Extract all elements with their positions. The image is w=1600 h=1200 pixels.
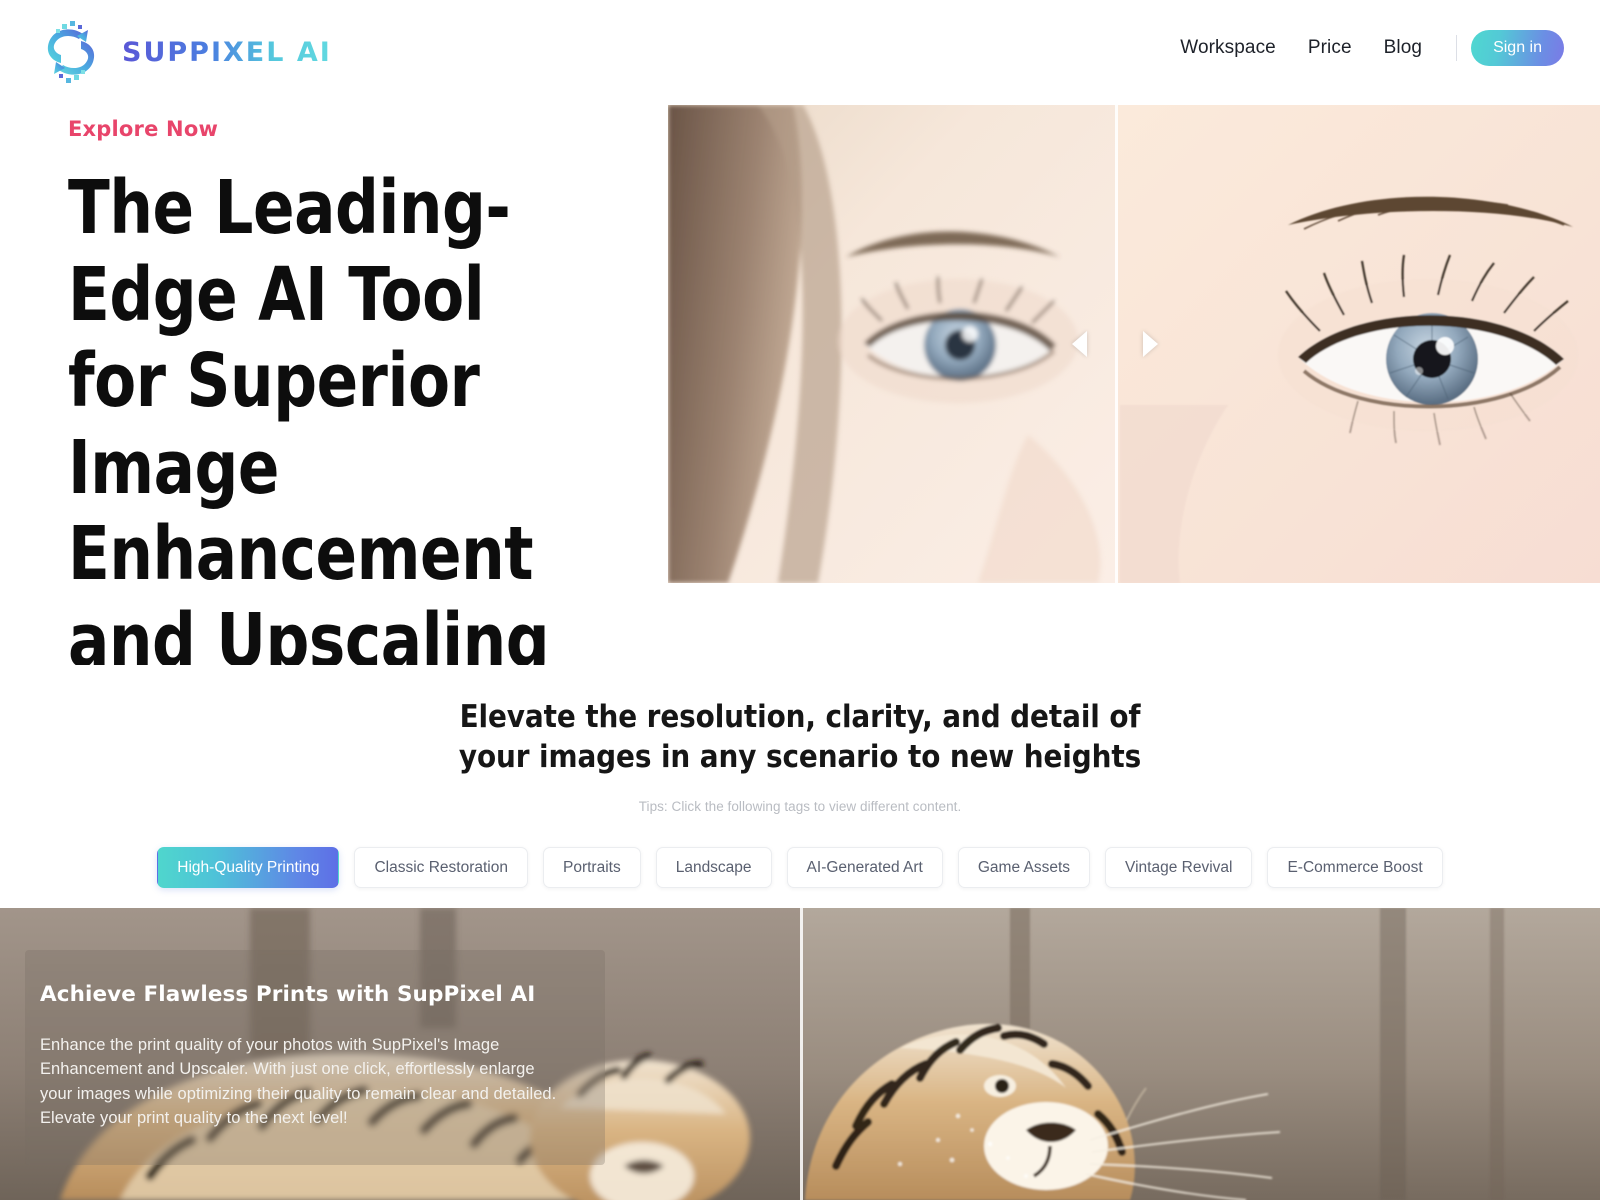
- tag-vintage-revival[interactable]: Vintage Revival: [1105, 847, 1253, 889]
- tag-high-quality-printing[interactable]: High-Quality Printing: [157, 847, 340, 889]
- tag-ai-generated-art[interactable]: AI-Generated Art: [786, 847, 943, 889]
- showcase-panel-body: Enhance the print quality of your photos…: [40, 1036, 557, 1128]
- hero-copy: Explore Now The Leading-Edge AI Tool for…: [68, 117, 648, 684]
- comparison-handle[interactable]: [1072, 324, 1159, 364]
- showcase-section[interactable]: Achieve Flawless Prints with SupPixel AI…: [0, 908, 1600, 1200]
- page-title: The Leading-Edge AI Tool for Superior Im…: [68, 165, 550, 684]
- tag-game-assets[interactable]: Game Assets: [957, 847, 1091, 889]
- landing-page: SUPPIXEL AI Workspace Price Blog Sign in…: [0, 0, 1600, 1200]
- tag-e-commerce-boost[interactable]: E-Commerce Boost: [1267, 847, 1443, 889]
- hero-comparison-slider[interactable]: [668, 105, 1600, 583]
- section-title: Elevate the resolution, clarity, and det…: [0, 698, 1600, 777]
- nav-item-price[interactable]: Price: [1292, 37, 1368, 59]
- showcase-panel-title: Achieve Flawless Prints with SupPixel AI: [40, 982, 536, 1007]
- nav-divider: [1456, 35, 1458, 61]
- section-title-line-1: Elevate the resolution, clarity, and det…: [459, 699, 1141, 735]
- site-header: SUPPIXEL AI Workspace Price Blog Sign in: [0, 0, 1600, 105]
- tag-filter-row: High-Quality Printing Classic Restoratio…: [0, 847, 1600, 889]
- showcase-comparison-divider[interactable]: [800, 908, 803, 1200]
- brand-logo[interactable]: SUPPIXEL AI: [36, 18, 332, 86]
- tag-landscape[interactable]: Landscape: [655, 847, 772, 889]
- features-section: Elevate the resolution, clarity, and det…: [0, 665, 1600, 908]
- suppixel-swirl-logo-icon: [47, 21, 95, 83]
- tag-portraits[interactable]: Portraits: [542, 847, 641, 889]
- sign-in-button[interactable]: Sign in: [1471, 30, 1564, 66]
- tips-text: Tips: Click the following tags to view d…: [638, 799, 962, 815]
- showcase-info-panel: Achieve Flawless Prints with SupPixel AI…: [25, 950, 605, 1165]
- main-nav: Workspace Price Blog Sign in: [1164, 30, 1564, 66]
- chevron-right-icon[interactable]: [1143, 331, 1159, 357]
- hero-section: Explore Now The Leading-Edge AI Tool for…: [0, 105, 1600, 684]
- hero-eyebrow: Explore Now: [68, 117, 219, 141]
- chevron-left-icon[interactable]: [1072, 331, 1088, 357]
- tag-classic-restoration[interactable]: Classic Restoration: [354, 847, 528, 889]
- nav-item-blog[interactable]: Blog: [1368, 37, 1438, 59]
- nav-item-workspace[interactable]: Workspace: [1164, 37, 1292, 59]
- brand-name: SUPPIXEL AI: [122, 36, 332, 68]
- section-title-line-2: your images in any scenario to new heigh…: [458, 738, 1142, 775]
